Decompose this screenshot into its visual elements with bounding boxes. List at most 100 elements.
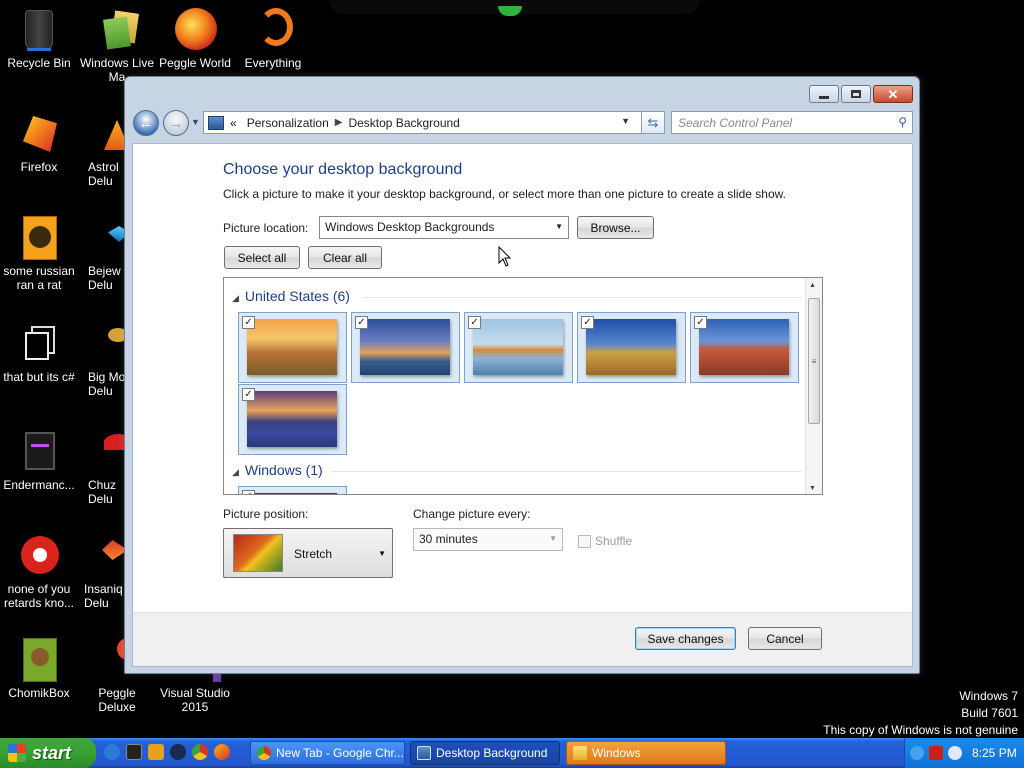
group-name: United States (6) <box>244 288 350 304</box>
address-dropdown-icon[interactable]: ▼ <box>621 116 630 126</box>
desktop-icon-firefox[interactable]: Firefox <box>0 112 78 174</box>
wallpaper-checkbox[interactable]: ✓ <box>242 316 255 329</box>
shuffle-checkbox[interactable]: Shuffle <box>578 534 632 548</box>
globe-icon[interactable] <box>170 744 186 760</box>
desktop-icon-recycle-bin[interactable]: Recycle Bin <box>0 8 78 70</box>
breadcrumb-desktop-background[interactable]: Desktop Background <box>348 116 459 130</box>
maximize-button[interactable] <box>841 85 871 103</box>
media-icon[interactable] <box>126 744 142 760</box>
group-header-windows[interactable]: ◢ Windows (1) <box>232 462 323 478</box>
enderman-icon <box>17 430 61 474</box>
forward-button[interactable]: → <box>163 110 189 136</box>
desktop-icon-enderman[interactable]: Endermanc... <box>0 430 78 492</box>
wallpaper-checkbox[interactable]: ✓ <box>242 388 255 401</box>
minimize-icon <box>819 95 829 99</box>
taskbar-item-desktop-background[interactable]: Desktop Background <box>410 741 560 765</box>
minimize-button[interactable] <box>809 85 839 103</box>
security-alert-icon[interactable] <box>929 746 943 760</box>
desktop-icon-label: Endermanc... <box>3 478 75 492</box>
start-button[interactable]: start <box>0 738 96 768</box>
taskbar-item-windows[interactable]: Windows <box>566 741 726 765</box>
desktop-icon-label: ChomikBox <box>8 686 70 700</box>
group-divider <box>362 297 802 298</box>
clear-all-button[interactable]: Clear all <box>308 246 382 269</box>
chomikbox-icon <box>17 638 61 682</box>
desktop-icon-none-of-you[interactable]: none of you retards kno... <box>0 534 78 610</box>
wallpaper-thumb[interactable]: ✓ <box>577 312 686 383</box>
back-button[interactable]: ← <box>133 110 159 136</box>
wallpaper-thumb[interactable]: ✓ <box>690 312 799 383</box>
breadcrumb-personalization[interactable]: Personalization <box>247 116 329 130</box>
save-changes-button[interactable]: Save changes <box>635 627 736 650</box>
scroll-up-icon[interactable]: ▲ <box>809 282 816 289</box>
breadcrumb-prefix[interactable]: « <box>230 116 237 130</box>
control-panel-icon <box>417 746 431 760</box>
change-every-select[interactable]: 30 minutes ▼ <box>413 528 563 551</box>
refresh-button[interactable]: ⇆ <box>641 111 665 134</box>
search-input[interactable]: Search Control Panel ⚲ <box>671 111 913 134</box>
wallpaper-checkbox[interactable]: ✓ <box>581 316 594 329</box>
desktop-icon-label: Firefox <box>20 160 58 174</box>
group-header-united-states[interactable]: ◢ United States (6) <box>232 288 350 304</box>
wallpaper-checkbox[interactable]: ✓ <box>468 316 481 329</box>
show-hidden-icons-icon[interactable] <box>910 746 924 760</box>
address-bar[interactable]: « Personalization ▶ Desktop Background ▼ <box>203 111 665 134</box>
change-every-label: Change picture every: <box>413 507 531 521</box>
desktop-icon-label: some russian ran a rat <box>3 264 75 292</box>
wallpaper-image <box>699 319 789 375</box>
wallpaper-checkbox[interactable]: ✓ <box>355 316 368 329</box>
breadcrumb-separator-icon[interactable]: ▶ <box>335 117 343 128</box>
internet-explorer-icon[interactable] <box>104 744 120 760</box>
wallpaper-image <box>360 319 450 375</box>
checkbox-box[interactable] <box>578 534 591 548</box>
select-all-button[interactable]: Select all <box>224 246 300 269</box>
desktop-icon-russian-rat[interactable]: some russian ran a rat <box>0 216 78 292</box>
wallpaper-checkbox[interactable]: ✓ <box>694 316 707 329</box>
quick-launch <box>104 744 230 760</box>
volume-icon[interactable] <box>948 746 962 760</box>
wallpaper-thumb[interactable]: ✓ <box>238 384 347 455</box>
scroll-thumb[interactable]: ≡ <box>808 298 820 424</box>
desktop-icon-label: Everything <box>244 56 302 70</box>
desktop-icon-insaniquarium[interactable]: Insaniq Delu <box>84 534 126 610</box>
wallpaper-thumb[interactable]: ✓ <box>238 486 347 494</box>
dialog-footer: Save changes Cancel <box>133 612 912 666</box>
taskbar-item-chrome[interactable]: New Tab - Google Chr... <box>250 741 405 765</box>
russian-rat-icon <box>17 216 61 260</box>
firefox-icon[interactable] <box>214 744 230 760</box>
windows-live-icon <box>95 8 139 52</box>
search-icon[interactable]: ⚲ <box>898 115 907 129</box>
desktop-icon-everything[interactable]: Everything <box>234 8 312 70</box>
clock[interactable]: 8:25 PM <box>972 746 1017 760</box>
wallpaper-thumb[interactable]: ✓ <box>238 312 347 383</box>
collapse-icon: ◢ <box>232 467 239 477</box>
cancel-button[interactable]: Cancel <box>748 627 822 650</box>
top-gadget <box>330 0 700 16</box>
desktop-icon-label: Recycle Bin <box>7 56 71 70</box>
picture-position-select[interactable]: Stretch ▼ <box>223 528 393 578</box>
task-label: New Tab - Google Chr... <box>276 746 404 760</box>
media-player-icon[interactable] <box>148 744 164 760</box>
desktop-icon-windows-live[interactable]: Windows Live Ma <box>78 8 156 84</box>
desktop-icon-label: Insaniq Delu <box>84 582 123 610</box>
desktop-icon-chomikbox[interactable]: ChomikBox <box>0 638 78 700</box>
picture-location-value: Windows Desktop Backgrounds <box>325 220 495 234</box>
wallpaper-image <box>247 391 337 447</box>
desktop-icon-peggle-world[interactable]: Peggle World <box>156 8 234 70</box>
desktop-icon-csharp[interactable]: that but its c# <box>0 322 78 384</box>
wallpaper-image <box>247 493 337 494</box>
close-button[interactable]: ✕ <box>873 85 913 103</box>
wallpaper-thumb[interactable]: ✓ <box>464 312 573 383</box>
browse-button[interactable]: Browse... <box>577 216 654 239</box>
picture-location-select[interactable]: Windows Desktop Backgrounds ▼ <box>319 216 569 239</box>
mouse-cursor-icon <box>498 246 512 267</box>
wallpaper-checkbox[interactable]: ✓ <box>242 490 255 494</box>
gallery-scrollbar[interactable]: ▲ ≡ ▼ <box>805 278 822 494</box>
scroll-down-icon[interactable]: ▼ <box>809 485 816 492</box>
wallpaper-image <box>586 319 676 375</box>
desktop-background-window: ✕ ← → ▼ « Personalization ▶ Desktop Back… <box>124 76 920 674</box>
chrome-icon[interactable] <box>192 744 208 760</box>
recent-pages-dropdown[interactable]: ▼ <box>191 117 200 127</box>
wallpaper-thumb[interactable]: ✓ <box>351 312 460 383</box>
chrome-icon <box>257 746 271 760</box>
